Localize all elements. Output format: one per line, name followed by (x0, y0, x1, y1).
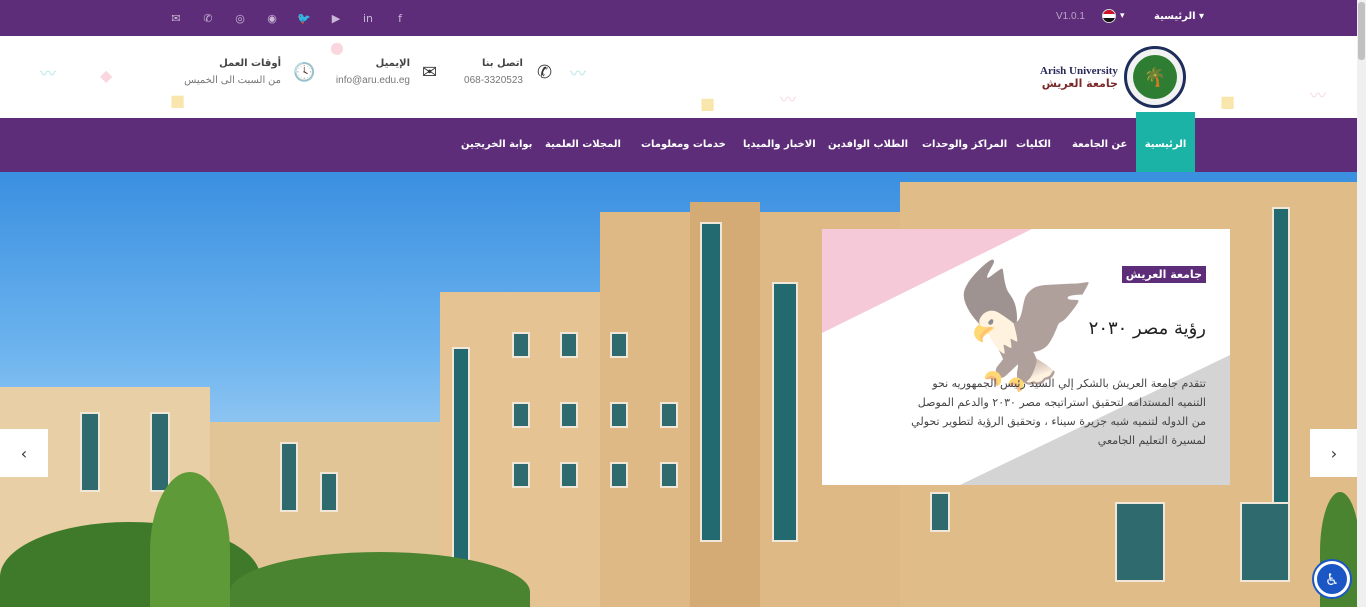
scrollbar-thumb[interactable] (1358, 2, 1365, 60)
contact-info: اتصل بنا 068-3320523 (464, 58, 523, 86)
wheelchair-icon: ♿ (1324, 569, 1340, 589)
nav-item-international-students[interactable]: الطلاب الوافدين (828, 118, 908, 172)
window (1240, 502, 1290, 582)
slide-badge: جامعة العريش (1121, 266, 1206, 283)
instagram-icon[interactable]: ◎ (224, 12, 256, 25)
nav-item-services[interactable]: خدمات ومعلومات (641, 118, 726, 172)
window (512, 402, 530, 428)
email-title: الإيميل (375, 58, 410, 69)
confetti-decoration: 〰 (780, 90, 797, 109)
envelope-icon: ✉ (422, 62, 438, 83)
confetti-decoration: 〰 (570, 64, 587, 83)
working-hours: أوقات العمل من السبت الى الخميس (184, 58, 281, 86)
chevron-right-icon: › (1330, 443, 1338, 463)
university-logo[interactable]: Arish University جامعة العريش 🌴 (1040, 46, 1186, 108)
window (320, 472, 338, 512)
confetti-decoration: 〰 (1310, 86, 1327, 105)
contact-value[interactable]: 068-3320523 (464, 75, 523, 86)
clock-icon: 🕓 (293, 62, 316, 83)
slider-next-button[interactable]: › (1310, 429, 1357, 477)
accessibility-button[interactable]: ♿ (1314, 561, 1350, 597)
confetti-decoration: ● (330, 38, 344, 57)
window-strip (700, 222, 722, 542)
window (1115, 502, 1165, 582)
site-header: 〰 ◆ ■ ● 〰 ■ 〰 ■ 〰 🕓 أوقات العمل من السبت… (0, 36, 1357, 118)
window (512, 462, 530, 488)
slide-title: رؤية مصر ٢٠٣٠ (1088, 318, 1206, 339)
window (610, 332, 628, 358)
logo-arabic-name: جامعة العريش (1041, 76, 1118, 90)
phone-icon[interactable]: ✆ (192, 12, 224, 25)
window (560, 402, 578, 428)
window (610, 462, 628, 488)
window-strip (452, 347, 470, 587)
nav-item-centers[interactable]: المراكز والوحدات (922, 118, 1007, 172)
window (150, 412, 170, 492)
chevron-left-icon: ‹ (20, 443, 28, 463)
main-nav: الرئيسية عن الجامعة الكليات المراكز والو… (0, 112, 1357, 172)
version-label: V1.0.1 (1056, 11, 1085, 22)
social-links: ✉ ✆ ◎ ◉ 🐦 ▶ in f (160, 0, 416, 36)
window-strip (1272, 207, 1290, 507)
facebook-icon[interactable]: f (384, 12, 416, 25)
window (610, 402, 628, 428)
email-info: الإيميل info@aru.edu.eg (336, 58, 410, 86)
working-hours-title: أوقات العمل (219, 58, 281, 69)
confetti-decoration: ■ (1220, 92, 1236, 111)
working-hours-value: من السبت الى الخميس (184, 75, 281, 86)
slider-prev-button[interactable]: ‹ (0, 429, 48, 477)
window (512, 332, 530, 358)
confetti-decoration: ◆ (100, 66, 113, 85)
nav-item-about[interactable]: عن الجامعة (1072, 118, 1127, 172)
youtube-icon[interactable]: ▶ (320, 12, 352, 25)
twitter-icon[interactable]: 🐦 (288, 12, 320, 25)
email-value[interactable]: info@aru.edu.eg (336, 75, 410, 86)
page-scrollbar[interactable] (1357, 0, 1366, 607)
confetti-decoration: ■ (170, 91, 186, 110)
window (560, 462, 578, 488)
hero-slider: ‹ › 🦅 جامعة العريش رؤية مصر ٢٠٣٠ تتقدم ج… (0, 172, 1357, 607)
slide-caption-card: 🦅 جامعة العريش رؤية مصر ٢٠٣٠ تتقدم جامعة… (822, 229, 1230, 485)
contact-title: اتصل بنا (481, 58, 523, 69)
home-dropdown[interactable]: الرئيسية ▾ (1154, 11, 1204, 22)
phone-icon: ✆ (537, 62, 553, 83)
top-bar: ✉ ✆ ◎ ◉ 🐦 ▶ in f V1.0.1 ▾ الرئيسية ▾ (0, 0, 1357, 36)
nav-item-alumni[interactable]: بوابة الخريجين (461, 118, 532, 172)
palm-tree-icon: 🌴 (1132, 55, 1177, 99)
confetti-decoration: 〰 (40, 64, 57, 83)
slide-description: تتقدم جامعة العريش بالشكر إلي السيد رئيس… (911, 377, 1206, 447)
whatsapp-icon[interactable]: ◉ (256, 12, 288, 25)
nav-item-home[interactable]: الرئيسية (1136, 112, 1195, 172)
nav-item-journals[interactable]: المجلات العلمية (545, 118, 621, 172)
confetti-decoration: ■ (700, 94, 716, 113)
language-selector[interactable]: ▾ (1102, 9, 1125, 23)
egypt-flag-icon (1102, 9, 1116, 23)
window (930, 492, 950, 532)
logo-emblem: 🌴 (1123, 46, 1186, 108)
linkedin-icon[interactable]: in (352, 12, 384, 25)
nav-item-faculties[interactable]: الكليات (1016, 118, 1051, 172)
window (660, 462, 678, 488)
chevron-down-icon: ▾ (1120, 11, 1125, 21)
email-icon[interactable]: ✉ (160, 12, 192, 25)
window (80, 412, 100, 492)
nav-item-news[interactable]: الاخبار والميديا (743, 118, 816, 172)
window (280, 442, 298, 512)
logo-english-name: Arish University (1040, 64, 1118, 77)
window (660, 402, 678, 428)
window-strip (772, 282, 798, 542)
window (560, 332, 578, 358)
